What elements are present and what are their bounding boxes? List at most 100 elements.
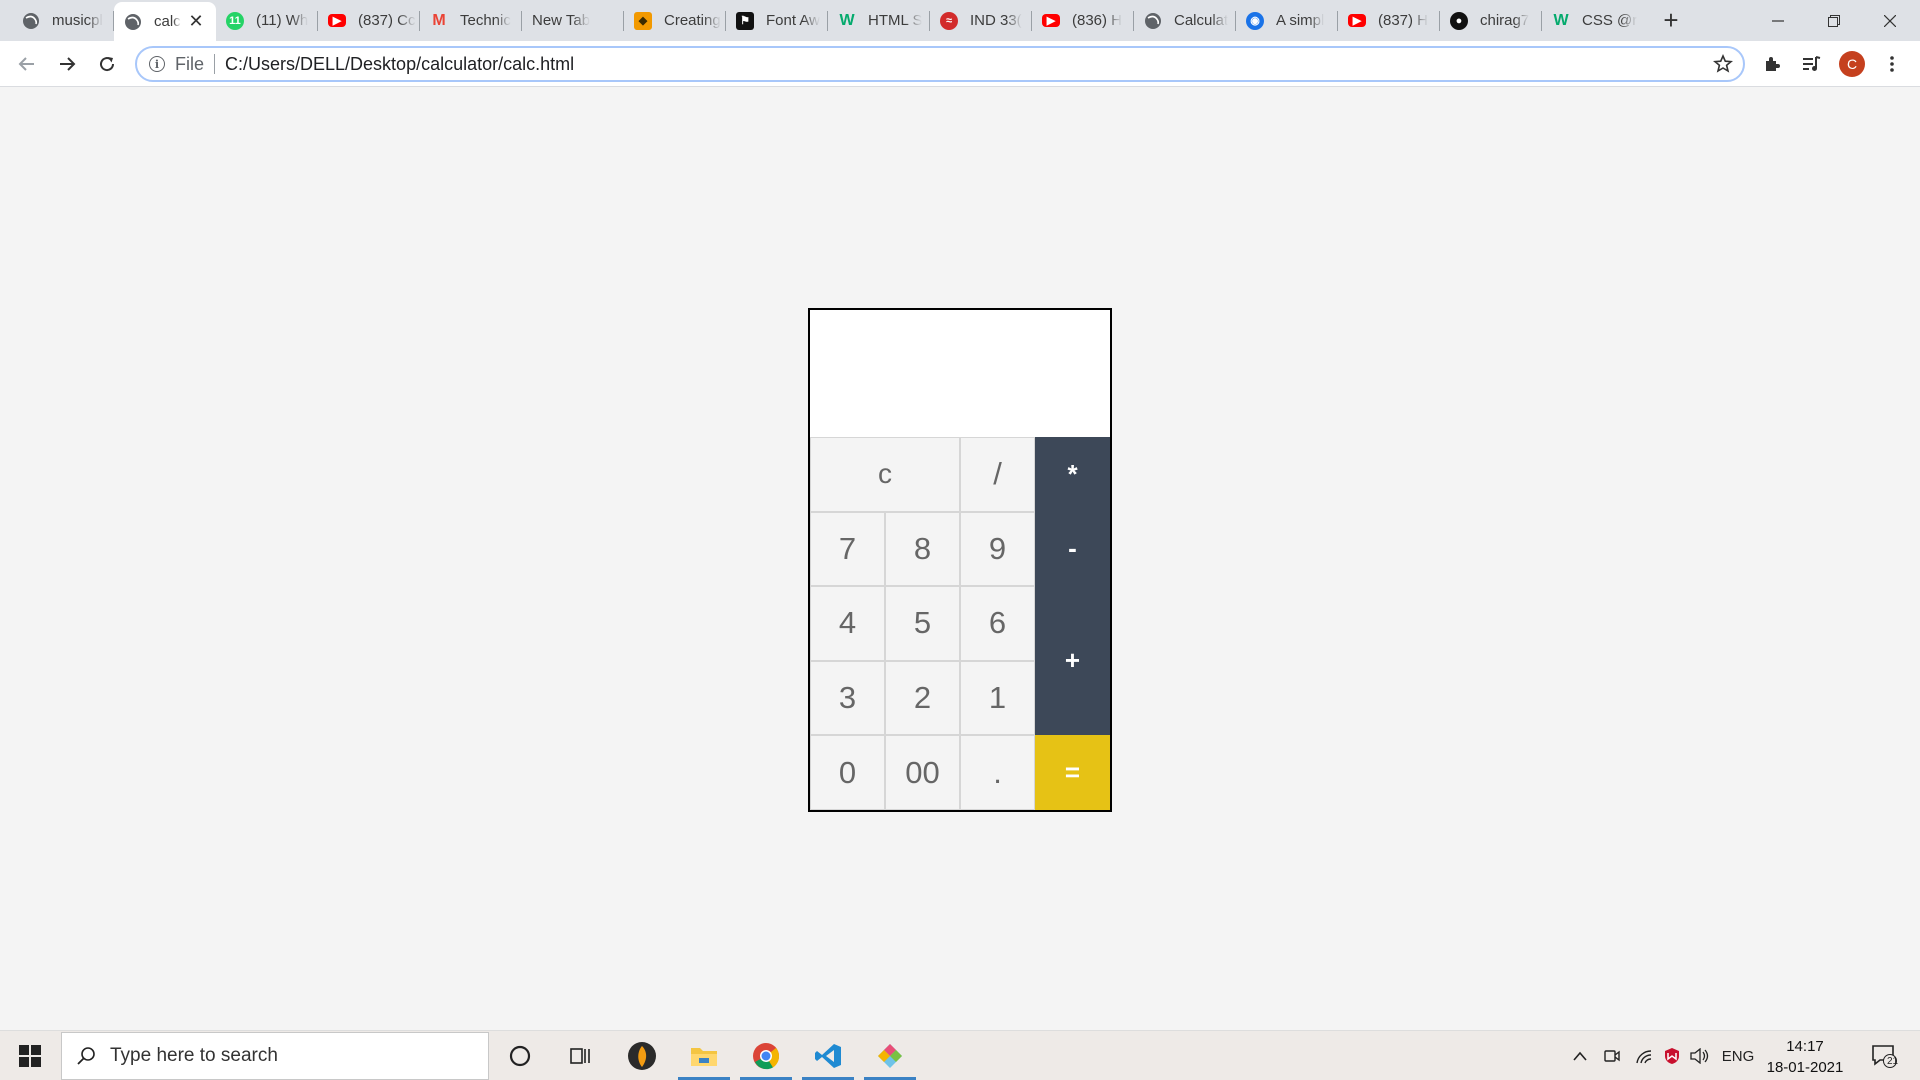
minus-button[interactable]: - [1035,511,1110,587]
wifi-button[interactable] [1632,1031,1656,1080]
tab-youtube-2[interactable]: ▶ (836) H [1032,0,1134,41]
tab-label: HTML S [868,12,923,29]
tab-label: A simpl [1276,12,1325,29]
tab-label: Font Aw [766,12,820,29]
task-view-button[interactable] [550,1031,610,1080]
cricket-icon: ≈ [940,11,958,30]
meet-now-button[interactable] [1600,1031,1624,1080]
vscode-app[interactable] [798,1031,858,1080]
notifications-button[interactable]: 21 [1864,1031,1904,1080]
digit-0-button[interactable]: 0 [810,735,885,810]
digit-9-button[interactable]: 9 [960,511,1035,587]
plus-button[interactable]: + [1035,586,1110,736]
tab-new-tab[interactable]: New Tab [522,0,624,41]
input-language[interactable]: ENG [1718,1031,1758,1080]
fl-studio-app[interactable] [612,1031,672,1080]
clear-button[interactable]: c [810,437,960,512]
tab-font-awesome[interactable]: ⚑ Font Aw [726,0,828,41]
close-tab-icon[interactable]: ✕ [186,11,206,32]
start-button[interactable] [0,1031,60,1080]
taskbar-search-box[interactable]: Type here to search [61,1032,489,1080]
digit-7-button[interactable]: 7 [810,511,885,587]
clock-time: 14:17 [1786,1038,1824,1055]
close-window-button[interactable] [1862,0,1918,41]
diamond-app-icon [878,1044,902,1068]
digit-4-button[interactable]: 4 [810,586,885,661]
minimize-button[interactable] [1750,0,1806,41]
address-bar[interactable]: i File C:/Users/DELL/Desktop/calculator/… [135,46,1745,82]
tab-gmail[interactable]: M Technic [420,0,522,41]
media-control-button[interactable] [1796,48,1828,80]
digit-6-button[interactable]: 6 [960,586,1035,661]
search-placeholder: Type here to search [110,1045,278,1066]
tab-whatsapp[interactable]: 11 (11) Wh [216,0,318,41]
new-tab-button[interactable]: + [1656,6,1686,36]
digit-8-button[interactable]: 8 [885,511,960,587]
decimal-point-button[interactable]: . [960,735,1035,810]
double-zero-button[interactable]: 00 [885,735,960,810]
extensions-button[interactable] [1756,48,1788,80]
tab-html[interactable]: W HTML S [828,0,930,41]
equals-button[interactable]: = [1035,735,1110,810]
tab-label: (837) Cc [358,12,416,29]
tab-github[interactable]: ● chirag7 [1440,0,1542,41]
file-explorer-app[interactable] [674,1031,734,1080]
tab-a-simple[interactable]: ◉ A simpl [1236,0,1338,41]
back-button[interactable] [11,48,43,80]
volume-button[interactable] [1688,1031,1712,1080]
puzzle-icon [1766,57,1780,71]
chevron-up-icon [1573,1051,1587,1061]
digit-2-button[interactable]: 2 [885,660,960,736]
digit-1-button[interactable]: 1 [960,660,1035,736]
chrome-app[interactable] [736,1031,796,1080]
digit-3-button[interactable]: 3 [810,660,885,736]
system-clock[interactable]: 14:17 18-01-2021 [1760,1036,1850,1078]
reload-button[interactable] [91,48,123,80]
tab-label: (836) H [1072,12,1123,29]
tab-cricket[interactable]: ≈ IND 33( [930,0,1032,41]
tab-calc[interactable]: calc ✕ [114,2,216,41]
restore-icon [1828,14,1840,27]
divide-button[interactable]: / [960,437,1035,512]
shield-icon [1665,1048,1679,1064]
tab-musicpl[interactable]: musicpl [12,0,114,41]
browser-menu-button[interactable] [1876,48,1908,80]
tab-youtube-3[interactable]: ▶ (837) H [1338,0,1440,41]
app-launcher-app[interactable] [860,1031,920,1080]
info-icon[interactable]: i [149,56,165,72]
restore-button[interactable] [1806,0,1862,41]
bookmark-star-icon[interactable] [1712,54,1734,79]
gmail-icon: M [432,11,446,29]
tab-label: Creating [664,12,721,29]
whatsapp-icon: 11 [226,11,244,30]
tab-calculator[interactable]: Calculat [1134,0,1236,41]
multiply-button[interactable]: * [1035,437,1110,512]
clock-date: 18-01-2021 [1766,1059,1844,1076]
tab-creating[interactable]: ◆ Creating [624,0,726,41]
tab-label: calc [154,13,181,30]
camera-icon [1604,1050,1620,1062]
youtube-icon: ▶ [1348,14,1366,27]
forward-button[interactable] [51,48,83,80]
forward-arrow-icon [60,57,76,71]
close-icon [1884,14,1896,27]
fontawesome-icon: ⚑ [736,11,754,30]
w3schools-icon: W [839,11,855,29]
mcafee-button[interactable] [1660,1031,1684,1080]
task-view-icon [570,1048,590,1064]
profile-button[interactable]: C [1836,48,1868,80]
tab-youtube-1[interactable]: ▶ (837) Cc [318,0,420,41]
tab-css[interactable]: W CSS @r [1542,0,1644,41]
chrome-icon [753,1043,780,1070]
tab-label: (11) Wh [256,12,309,29]
browser-toolbar: i File C:/Users/DELL/Desktop/calculator/… [0,41,1920,87]
github-icon: ● [1450,11,1468,30]
windows-taskbar: Type here to search ENG 14:17 18-01-2021… [0,1030,1920,1080]
cortana-button[interactable] [490,1031,550,1080]
digit-5-button[interactable]: 5 [885,586,960,661]
notification-count: 21 [1887,1056,1899,1067]
youtube-icon: ▶ [1042,14,1060,27]
tab-label: (837) H [1378,12,1429,29]
show-hidden-icons-button[interactable] [1568,1031,1592,1080]
url-text[interactable]: C:/Users/DELL/Desktop/calculator/calc.ht… [225,54,574,75]
